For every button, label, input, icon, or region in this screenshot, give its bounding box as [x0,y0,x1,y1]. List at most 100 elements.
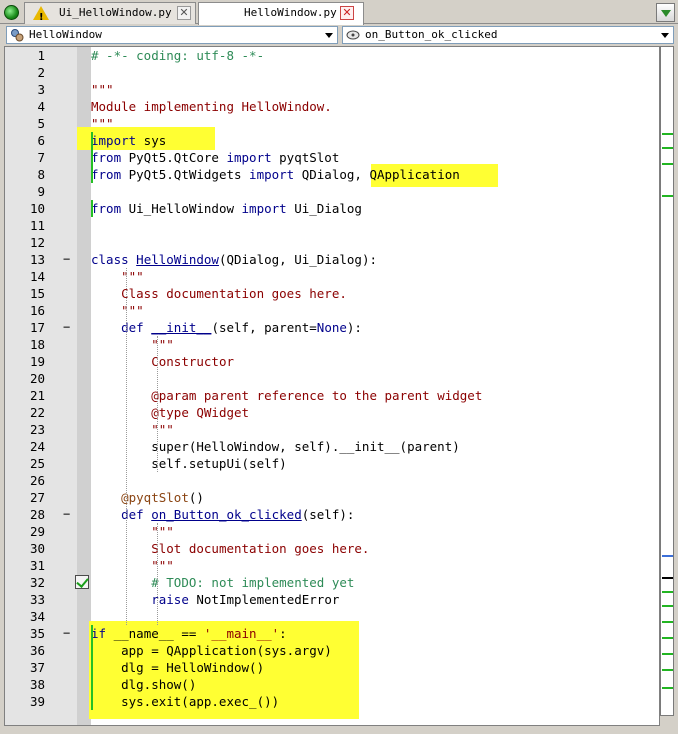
method-select[interactable]: on_Button_ok_clicked [342,26,674,44]
tab-ui-hellowindow[interactable]: Ui_HelloWindow.py ✕ [24,2,196,28]
overview-marker[interactable] [662,621,673,623]
vertical-scrollbar[interactable] [660,46,674,716]
code-line[interactable]: 6 import sys [5,132,659,149]
code-line[interactable]: 28 − def on_Button_ok_clicked(self): [5,506,659,523]
tab-list-dropdown-icon[interactable] [656,3,675,22]
code-line[interactable]: 17 − def __init__(self, parent=None): [5,319,659,336]
fold-toggle-icon[interactable]: − [63,251,70,268]
code-line[interactable]: 22 @type QWidget [5,404,659,421]
code-text: from PyQt5.QtCore import pyqtSlot [91,150,340,165]
code-line[interactable]: 19 Constructor [5,353,659,370]
indent-guide [157,336,158,472]
code-text: # -*- coding: utf-8 -*- [91,48,265,63]
overview-marker[interactable] [662,653,673,655]
code-text: """ [151,337,174,352]
line-number: 17 [29,320,45,335]
code-line[interactable]: 25 self.setupUi(self) [5,455,659,472]
code-line[interactable]: 21 @param parent reference to the parent… [5,387,659,404]
code-line[interactable]: 18 """ [5,336,659,353]
indent-guide [126,268,127,625]
overview-marker[interactable] [662,555,673,557]
overview-marker[interactable] [662,637,673,639]
overview-marker[interactable] [662,147,673,149]
code-line[interactable]: 4 Module implementing HelloWindow. [5,98,659,115]
code-line[interactable]: 2 [5,64,659,81]
close-tab-icon[interactable]: ✕ [177,6,191,20]
line-number: 14 [29,269,45,284]
code-text: dlg = HelloWindow() [91,660,265,675]
code-line[interactable]: 8 from PyQt5.QtWidgets import QDialog, QA… [5,166,659,183]
code-text: class HelloWindow(QDialog, Ui_Dialog): [91,252,378,267]
code-line[interactable]: 11 [5,217,659,234]
line-number: 32 [29,575,45,590]
code-line[interactable]: 26 [5,472,659,489]
code-line[interactable]: 9 [5,183,659,200]
line-number: 19 [29,354,45,369]
code-line[interactable]: 33 raise NotImplementedError [5,591,659,608]
code-line[interactable]: 5 """ [5,115,659,132]
overview-marker[interactable] [662,669,673,671]
change-marker [91,166,93,183]
overview-marker[interactable] [662,195,673,197]
code-line[interactable]: 12 [5,234,659,251]
line-number: 37 [29,660,45,675]
overview-marker[interactable] [662,591,673,593]
code-text: import sys [91,133,167,148]
code-editor[interactable]: 1 # -*- coding: utf-8 -*- 2 3 """ 4 Module imp… [4,46,660,726]
code-line[interactable]: 31 """ [5,557,659,574]
overview-marker[interactable] [662,605,673,607]
code-line[interactable]: 36 app = QApplication(sys.argv) [5,642,659,659]
line-number: 8 [37,167,45,182]
code-line[interactable]: 1 # -*- coding: utf-8 -*- [5,47,659,64]
overview-marker[interactable] [662,687,673,689]
line-number: 24 [29,439,45,454]
overview-marker[interactable] [662,163,673,165]
line-number: 13 [29,252,45,267]
code-line[interactable]: 13 − class HelloWindow(QDialog, Ui_Dialog)… [5,251,659,268]
code-text: """ [151,422,174,437]
code-line[interactable]: 24 super(HelloWindow, self).__init__(par… [5,438,659,455]
chevron-down-icon [325,33,333,38]
close-tab-icon[interactable]: ✕ [340,6,354,20]
code-line[interactable]: 38 dlg.show() [5,676,659,693]
line-number: 26 [29,473,45,488]
code-line[interactable]: 7 from PyQt5.QtCore import pyqtSlot [5,149,659,166]
tab-hellowindow[interactable]: HelloWindow.py ✕ [198,2,364,25]
code-line[interactable]: 3 """ [5,81,659,98]
code-line[interactable]: 20 [5,370,659,387]
line-number: 34 [29,609,45,624]
overview-marker[interactable] [662,577,673,579]
code-line[interactable]: 14 """ [5,268,659,285]
code-line[interactable]: 27 @pyqtSlot() [5,489,659,506]
tab-label: HelloWindow.py [244,6,337,19]
fold-toggle-icon[interactable]: − [63,625,70,642]
fold-toggle-icon[interactable]: − [63,506,70,523]
line-number: 39 [29,694,45,709]
code-text: super(HelloWindow, self).__init__(parent… [91,439,460,454]
fold-toggle-icon[interactable]: − [63,319,70,336]
code-line[interactable]: 15 Class documentation goes here. [5,285,659,302]
line-number: 38 [29,677,45,692]
code-line[interactable]: 23 """ [5,421,659,438]
line-number: 1 [37,48,45,63]
line-number: 35 [29,626,45,641]
line-number: 18 [29,337,45,352]
code-line[interactable]: 32 # TODO: not implemented yet [5,574,659,591]
code-line[interactable]: 16 """ [5,302,659,319]
class-select[interactable]: HelloWindow [6,26,338,44]
code-line[interactable]: 35 − if __name__ == '__main__': [5,625,659,642]
code-line[interactable]: 37 dlg = HelloWindow() [5,659,659,676]
code-line[interactable]: 34 [5,608,659,625]
line-number: 31 [29,558,45,573]
code-line[interactable]: 10 from Ui_HelloWindow import Ui_Dialog [5,200,659,217]
code-text: raise NotImplementedError [151,592,340,607]
code-line[interactable]: 29 """ [5,523,659,540]
line-number: 25 [29,456,45,471]
method-icon [346,30,360,40]
code-line[interactable]: 39 sys.exit(app.exec_()) [5,693,659,710]
change-marker [91,149,93,166]
change-marker [91,132,93,149]
overview-marker[interactable] [662,133,673,135]
line-number: 36 [29,643,45,658]
code-line[interactable]: 30 Slot documentation goes here. [5,540,659,557]
